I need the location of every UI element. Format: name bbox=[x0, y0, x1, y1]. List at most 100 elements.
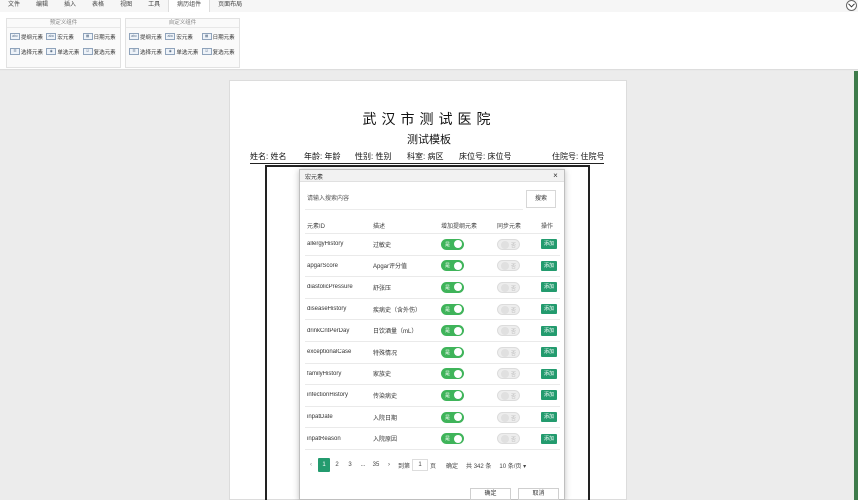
collapse-ribbon-button[interactable] bbox=[846, 0, 857, 11]
department-field[interactable]: 科室: 病区 bbox=[407, 151, 443, 162]
button-label: 提纲元素 bbox=[21, 34, 44, 41]
page-size-select[interactable]: 10 条/页 ▾ bbox=[499, 461, 526, 470]
dialog-header: 宏元素 × bbox=[300, 170, 564, 182]
close-icon[interactable]: × bbox=[551, 171, 560, 180]
goto-confirm-button[interactable]: 确定 bbox=[446, 461, 458, 470]
sync-toggle[interactable]: 否 bbox=[497, 325, 520, 337]
group-title: 自定义组件 bbox=[126, 19, 239, 28]
custom-components-group: 自定义组件 abc 提纲元素 abc 宏元素 ▦ 日期元素 ☰ 选择元素 ◉ 单选元素 ☑… bbox=[125, 18, 240, 68]
menu-table[interactable]: 表格 bbox=[84, 0, 112, 12]
chevron-down-icon bbox=[848, 3, 855, 8]
last-page-button[interactable]: 35 bbox=[370, 458, 382, 472]
outline-element-button[interactable]: abc 提纲元素 bbox=[129, 30, 163, 43]
add-outline-toggle[interactable]: 是 bbox=[441, 238, 464, 250]
add-button[interactable]: 添加 bbox=[541, 390, 557, 401]
menu-insert[interactable]: 插入 bbox=[56, 0, 84, 12]
toggle-knob bbox=[501, 391, 509, 400]
add-button[interactable]: 添加 bbox=[541, 239, 557, 250]
sync-cell: 否 bbox=[497, 238, 541, 250]
toggle-label: 否 bbox=[510, 415, 516, 422]
element-description: Apgar评分值 bbox=[373, 264, 408, 271]
patient-gender-field[interactable]: 性别: 性别 bbox=[355, 151, 391, 162]
radio-element-button[interactable]: ◉ 单选元素 bbox=[165, 45, 199, 58]
add-outline-toggle[interactable]: 是 bbox=[441, 346, 464, 358]
toggle-label: 否 bbox=[510, 437, 516, 444]
add-outline-toggle[interactable]: 是 bbox=[441, 368, 464, 380]
search-input[interactable] bbox=[305, 188, 523, 210]
predefined-components-group: 预定义组件 abc 提纲元素 abc 宏元素 ▦ 日期元素 ☰ 选择元素 ◉ 单选元素 ☑… bbox=[6, 18, 121, 68]
table-header: 元素ID 描述 增加提纲元素 同步元素 操作 bbox=[305, 218, 560, 234]
prev-page-button[interactable]: ‹ bbox=[305, 458, 317, 472]
text-field-icon: abc bbox=[129, 33, 139, 40]
element-description: 舒张压 bbox=[373, 285, 392, 292]
admission-number-field[interactable]: 住院号: 住院号 bbox=[552, 151, 604, 162]
outline-element-button[interactable]: abc 提纲元素 bbox=[10, 30, 44, 43]
bed-number-field[interactable]: 床位号: 床位号 bbox=[459, 151, 511, 162]
add-button[interactable]: 添加 bbox=[541, 282, 557, 293]
select-element-button[interactable]: ☰ 选择元素 bbox=[129, 45, 163, 58]
search-button[interactable]: 搜索 bbox=[526, 190, 556, 208]
add-button[interactable]: 添加 bbox=[541, 260, 557, 271]
sync-toggle[interactable]: 否 bbox=[497, 260, 520, 272]
sync-toggle[interactable]: 否 bbox=[497, 281, 520, 293]
add-button[interactable]: 添加 bbox=[541, 433, 557, 444]
add-button[interactable]: 添加 bbox=[541, 368, 557, 379]
menu-page-layout[interactable]: 页面布局 bbox=[210, 0, 250, 12]
macro-element-button[interactable]: abc 宏元素 bbox=[46, 30, 80, 43]
menu-edit[interactable]: 编辑 bbox=[28, 0, 56, 12]
menu-file[interactable]: 文件 bbox=[0, 0, 28, 12]
add-outline-toggle[interactable]: 是 bbox=[441, 260, 464, 272]
element-description: 家族史 bbox=[373, 372, 392, 379]
checkbox-element-button[interactable]: ☑ 复选元素 bbox=[82, 45, 117, 58]
page-1-button[interactable]: 1 bbox=[318, 458, 330, 472]
cancel-button[interactable]: 取消 bbox=[518, 488, 559, 500]
sync-toggle[interactable]: 否 bbox=[497, 303, 520, 315]
next-page-button[interactable]: › bbox=[383, 458, 395, 472]
scrollbar[interactable] bbox=[854, 71, 858, 500]
element-description: 入院原因 bbox=[373, 437, 398, 444]
add-button[interactable]: 添加 bbox=[541, 304, 557, 315]
patient-age-field[interactable]: 年龄: 年龄 bbox=[304, 151, 340, 162]
add-outline-toggle[interactable]: 是 bbox=[441, 325, 464, 337]
sync-toggle[interactable]: 否 bbox=[497, 346, 520, 358]
add-outline-cell: 是 bbox=[441, 260, 497, 272]
sync-toggle[interactable]: 否 bbox=[497, 389, 520, 401]
add-outline-toggle[interactable]: 是 bbox=[441, 281, 464, 293]
macro-element-button[interactable]: abc 宏元素 bbox=[165, 30, 199, 43]
element-id: apgarScore bbox=[307, 262, 339, 269]
add-outline-cell: 是 bbox=[441, 433, 497, 445]
page-ellipsis[interactable]: ... bbox=[357, 458, 369, 472]
menu-emr-components[interactable]: 病历组件 bbox=[168, 0, 211, 12]
checkbox-icon: ☑ bbox=[82, 48, 93, 55]
select-element-button[interactable]: ☰ 选择元素 bbox=[10, 45, 44, 58]
sync-toggle[interactable]: 否 bbox=[497, 411, 520, 423]
add-button[interactable]: 添加 bbox=[541, 347, 557, 358]
ok-button[interactable]: 确定 bbox=[470, 488, 511, 500]
sync-toggle[interactable]: 否 bbox=[497, 433, 520, 445]
page-2-button[interactable]: 2 bbox=[331, 458, 343, 472]
page-3-button[interactable]: 3 bbox=[344, 458, 356, 472]
menu-tools[interactable]: 工具 bbox=[140, 0, 168, 12]
button-label: 日期元素 bbox=[93, 34, 116, 41]
menu-view[interactable]: 视图 bbox=[112, 0, 140, 12]
add-button[interactable]: 添加 bbox=[541, 325, 557, 336]
add-outline-toggle[interactable]: 是 bbox=[441, 303, 464, 315]
macro-icon: abc bbox=[165, 33, 176, 40]
sync-cell: 否 bbox=[497, 325, 541, 337]
add-outline-toggle[interactable]: 是 bbox=[441, 411, 464, 423]
date-element-button[interactable]: ▦ 日期元素 bbox=[82, 30, 117, 43]
button-label: 宏元素 bbox=[176, 34, 193, 41]
radio-element-button[interactable]: ◉ 单选元素 bbox=[46, 45, 80, 58]
patient-name-field[interactable]: 姓名: 姓名 bbox=[250, 151, 286, 162]
checkbox-element-button[interactable]: ☑ 复选元素 bbox=[201, 45, 236, 58]
date-element-button[interactable]: ▦ 日期元素 bbox=[201, 30, 236, 43]
sync-toggle[interactable]: 否 bbox=[497, 238, 520, 250]
element-table: 元素ID 描述 增加提纲元素 同步元素 操作 allergyHistory 过敏史… bbox=[305, 218, 560, 450]
add-outline-toggle[interactable]: 是 bbox=[441, 389, 464, 401]
element-description: 传染病史 bbox=[373, 393, 398, 400]
add-button[interactable]: 添加 bbox=[541, 412, 557, 423]
add-outline-toggle[interactable]: 是 bbox=[441, 433, 464, 445]
goto-page-input[interactable]: 1 bbox=[412, 459, 429, 471]
sync-toggle[interactable]: 否 bbox=[497, 368, 520, 380]
calendar-icon: ▦ bbox=[201, 33, 212, 40]
